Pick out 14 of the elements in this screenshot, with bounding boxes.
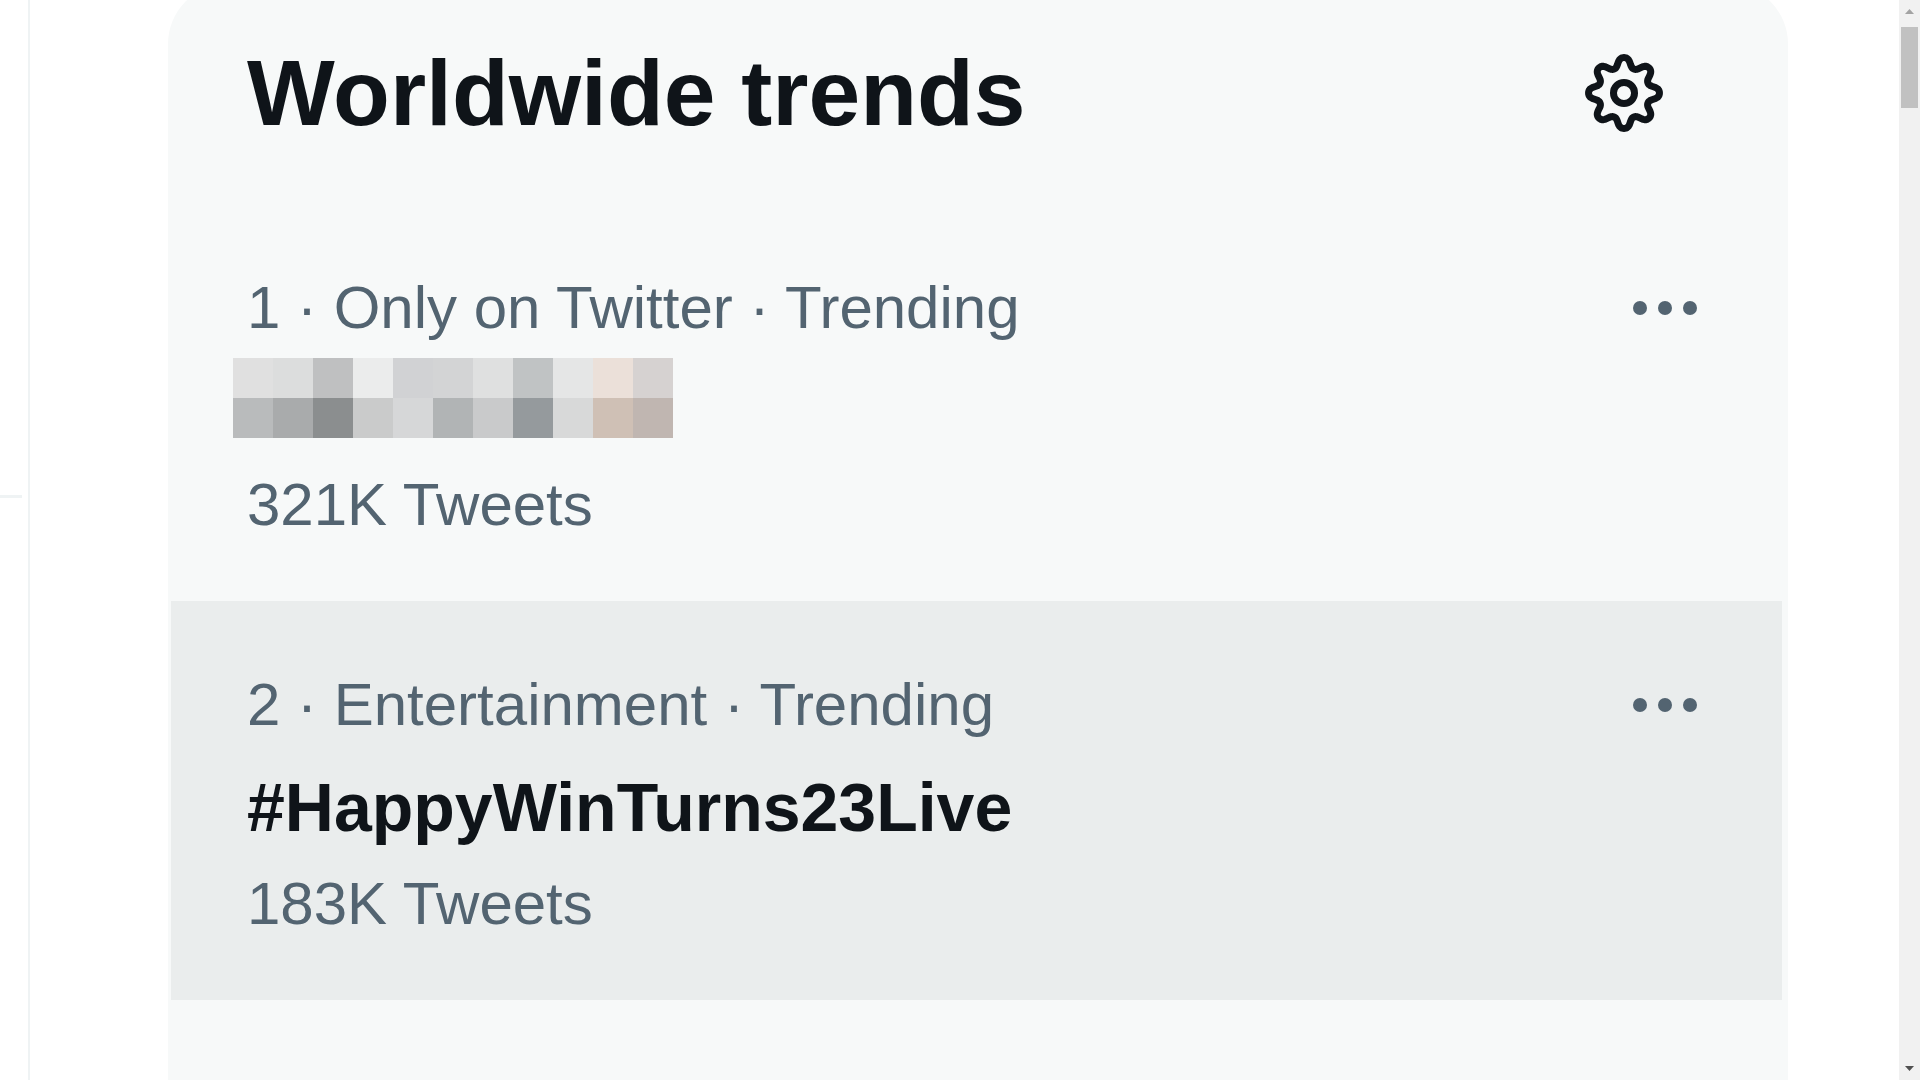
tweet-count: 321K Tweets	[247, 470, 593, 541]
trend-item[interactable]: 2 · Entertainment · Trending #HappyWinTurns23Live 183K Tweets	[171, 601, 1782, 1000]
settings-icon[interactable]	[1585, 54, 1663, 133]
trend-context: 2 · Entertainment · Trending	[247, 670, 995, 741]
tweet-count: 183K Tweets	[247, 868, 593, 939]
more-icon[interactable]	[1633, 698, 1697, 713]
more-icon[interactable]	[1633, 301, 1697, 316]
trend-item[interactable]: 1 · Only on Twitter · Trending 321K Tweets	[171, 204, 1782, 602]
trend-context: 1 · Only on Twitter · Trending	[247, 273, 1020, 344]
scroll-down-icon[interactable]	[1905, 1066, 1914, 1071]
scrollbar-thumb[interactable]	[1901, 27, 1918, 108]
scrollbar[interactable]	[1899, 0, 1920, 1080]
panel-title: Worldwide trends	[247, 39, 1026, 147]
trend-name: #HappyWinTurns23Live	[247, 768, 1013, 848]
